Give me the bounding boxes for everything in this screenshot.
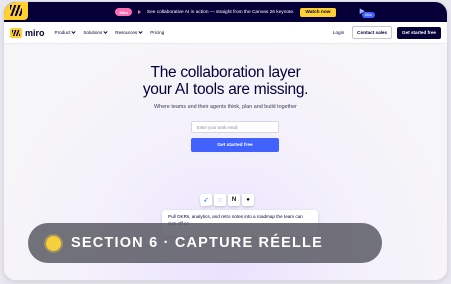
get-started-button[interactable]: Get started free (191, 138, 279, 152)
get-started-top-button[interactable]: Get started free (397, 26, 441, 39)
status-dot-icon (46, 235, 61, 251)
chevron-down-icon (71, 29, 76, 34)
email-field[interactable]: Enter your work email (191, 121, 279, 133)
announcement-bar: Miro See collaborative AI in action — st… (4, 2, 447, 22)
notion-icon: N (228, 194, 240, 206)
logo-text: miro (25, 27, 45, 38)
chevron-down-icon (138, 29, 143, 34)
watch-now-button[interactable]: Watch now (300, 7, 336, 17)
cursor-label: Miro (362, 12, 375, 18)
nav-item-solutions[interactable]: Solutions (83, 29, 108, 35)
nav-item-label: Pricing (150, 30, 165, 35)
nav-item-product[interactable]: Product (54, 29, 76, 35)
overlay-badge-label: SECTION 6 · CAPTURE RÉELLE (71, 235, 323, 251)
hero-title-line1: The collaboration layer (150, 64, 301, 81)
nav-item-pricing[interactable]: Pricing (150, 30, 164, 35)
top-navigation: miro Product Solutions Resources Pricing… (4, 22, 447, 44)
chevron-down-icon (103, 29, 108, 34)
miro-logo[interactable]: miro (10, 27, 45, 38)
hero-subtitle: Where teams and their agents think, plan… (154, 104, 297, 110)
nav-item-resources[interactable]: Resources (115, 29, 143, 35)
collaborator-cursor: Miro (357, 6, 375, 18)
nav-actions: Login Contact sales Get started free (333, 26, 441, 39)
login-link[interactable]: Login (333, 30, 344, 35)
github-icon: ● (242, 194, 254, 206)
contact-sales-button[interactable]: Contact sales (352, 26, 393, 39)
confluence-icon: ◌ (214, 194, 226, 206)
nav-item-label: Product (54, 30, 71, 35)
miro-logo-icon (10, 27, 22, 38)
announcement-message: See collaborative AI in action — straigh… (146, 9, 295, 15)
announcement-pill: Miro (115, 8, 132, 16)
play-arrow-icon (137, 10, 141, 14)
hero-title-line2: your AI tools are missing. (142, 81, 309, 98)
miro-corner-logo-icon (4, 2, 28, 20)
jira-icon: ➶ (199, 193, 213, 207)
nav-item-label: Solutions (83, 30, 103, 35)
section-overlay-badge: SECTION 6 · CAPTURE RÉELLE (28, 223, 382, 263)
nav-item-label: Resources (115, 30, 138, 35)
integration-icons: ➶ ◌ N ● (199, 193, 254, 207)
